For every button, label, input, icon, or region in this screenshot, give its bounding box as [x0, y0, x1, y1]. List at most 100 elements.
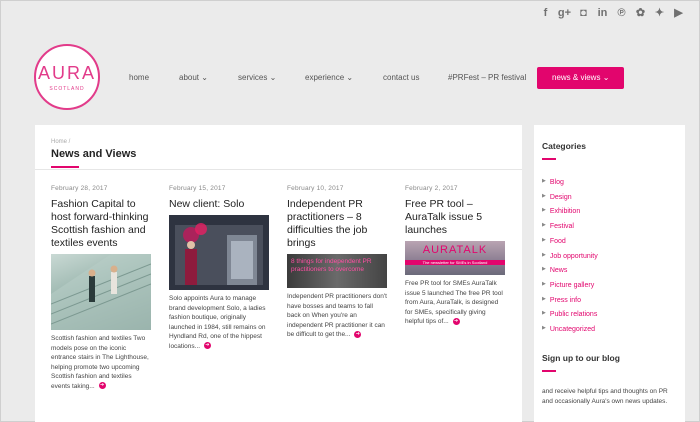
chevron-down-icon: ⌄	[201, 73, 208, 82]
nav-about-label: about	[179, 73, 200, 82]
bullet-icon: ▶	[542, 236, 546, 243]
category-link[interactable]: ▶ Job opportunity	[542, 249, 598, 264]
category-link[interactable]: ▶ Blog	[542, 175, 598, 190]
category-link[interactable]: ▶ Design	[542, 190, 598, 205]
read-more-arrow-icon[interactable]: ➜	[98, 382, 106, 390]
nav-news-views-button[interactable]: news & views ⌄	[537, 67, 625, 89]
site-logo[interactable]: AURA SCOTLAND	[34, 44, 100, 110]
category-label: Picture gallery	[549, 281, 595, 289]
stairs-illustration	[51, 254, 151, 330]
post-card: February 10, 2017 Independent PR practit…	[287, 185, 387, 340]
category-link[interactable]: ▶ Food	[542, 234, 598, 249]
bullet-icon: ▶	[542, 207, 546, 214]
category-label: News	[549, 267, 568, 275]
post-excerpt-text: Solo appoints Aura to manage brand devel…	[169, 295, 266, 350]
bullet-icon: ▶	[542, 222, 546, 229]
category-link[interactable]: ▶ News	[542, 263, 598, 278]
post-image-boutique-window[interactable]	[169, 215, 269, 290]
boutique-illustration	[169, 215, 269, 290]
post-card: February 15, 2017 New client: Solo Solo …	[169, 185, 269, 351]
read-more-arrow-icon[interactable]: ➜	[203, 342, 211, 350]
signup-heading: Sign up to our blog	[542, 353, 620, 363]
post-image-models-on-stairs[interactable]	[51, 254, 151, 330]
post-excerpt: Independent PR practitioners don't have …	[287, 292, 387, 340]
nav-contact-label: contact us	[383, 73, 420, 82]
nav-experience[interactable]: experience ⌄	[305, 67, 353, 89]
post-excerpt: Free PR tool for SMEs AuraTalk issue 5 l…	[405, 279, 505, 327]
bullet-icon: ▶	[542, 192, 546, 199]
chevron-down-icon: ⌄	[269, 73, 277, 82]
facebook-icon[interactable]: f	[536, 6, 555, 20]
nav-about[interactable]: about ⌄	[179, 67, 208, 89]
logo-tagline: SCOTLAND	[49, 86, 85, 92]
bullet-icon: ▶	[542, 266, 546, 273]
logo-wordmark: AURA	[37, 63, 96, 83]
breadcrumb[interactable]: Home /	[51, 139, 70, 145]
category-link[interactable]: ▶ Press info	[542, 293, 598, 308]
chevron-down-icon: ⌄	[602, 73, 610, 82]
category-link[interactable]: ▶ Uncategorized	[542, 322, 598, 337]
post-excerpt: Solo appoints Aura to manage brand devel…	[169, 294, 269, 351]
post-excerpt-text: Independent PR practitioners don't have …	[287, 293, 387, 338]
nav-news-label: news & views	[552, 73, 601, 82]
category-link[interactable]: ▶ Public relations	[542, 307, 598, 322]
chevron-down-icon: ⌄	[346, 73, 354, 82]
nav-services[interactable]: services ⌄	[238, 67, 276, 89]
foursquare-icon[interactable]: ✿	[631, 6, 650, 20]
category-label: Food	[549, 237, 566, 245]
read-more-arrow-icon[interactable]: ➜	[354, 330, 362, 338]
bullet-icon: ▶	[542, 310, 546, 317]
youtube-icon[interactable]: ▶	[669, 6, 688, 20]
post-title[interactable]: New client: Solo	[169, 198, 269, 211]
instagram-icon[interactable]: ◘	[574, 6, 593, 20]
category-label: Job opportunity	[549, 252, 598, 260]
category-label: Exhibition	[549, 208, 581, 216]
post-image-caption: 8 things for independent PR practitioner…	[291, 258, 372, 273]
page-title: News and Views	[51, 148, 137, 160]
bullet-icon: ▶	[542, 325, 546, 332]
categories-list: ▶ Blog ▶ Design ▶ Exhibition ▶ Festival ▶ Foo…	[542, 175, 598, 337]
bullet-icon: ▶	[542, 251, 546, 258]
post-excerpt: Scottish fashion and textiles Two models…	[51, 334, 151, 391]
categories-heading: Categories	[542, 141, 586, 151]
google-plus-icon[interactable]: g+	[555, 6, 574, 20]
category-label: Design	[549, 193, 572, 201]
pinterest-icon[interactable]: ℗	[612, 6, 631, 20]
social-links: f g+ ◘ in ℗ ✿ ✦ ▶	[536, 6, 688, 20]
post-title[interactable]: Fashion Capital to host forward-thinking…	[51, 198, 151, 250]
post-date: February 2, 2017	[405, 185, 458, 192]
title-underline	[51, 166, 79, 168]
bullet-icon: ▶	[542, 295, 546, 302]
post-image-auratalk[interactable]: AURATALK The newsletter for SMEs in Scot…	[405, 241, 505, 275]
bullet-icon: ▶	[542, 280, 546, 287]
categories-underline	[542, 158, 556, 160]
nav-experience-label: experience	[305, 73, 345, 82]
divider	[35, 169, 522, 170]
auratalk-strapline: The newsletter for SMEs in Scotland	[405, 260, 505, 265]
category-label: Public relations	[549, 311, 598, 319]
nav-home-label: home	[129, 73, 150, 82]
twitter-icon[interactable]: ✦	[650, 6, 669, 20]
nav-prfest[interactable]: #PRFest – PR festival	[448, 67, 526, 89]
linkedin-icon[interactable]: in	[593, 6, 612, 20]
post-date: February 10, 2017	[287, 185, 344, 192]
nav-contact[interactable]: contact us	[383, 67, 419, 89]
sidebar: Categories ▶ Blog ▶ Design ▶ Exhibition ▶ Fe…	[534, 125, 685, 422]
post-title[interactable]: Independent PR practitioners – 8 difficu…	[287, 198, 387, 250]
category-link[interactable]: ▶ Exhibition	[542, 204, 598, 219]
category-label: Blog	[549, 178, 564, 186]
post-title[interactable]: Free PR tool – AuraTalk issue 5 launches	[405, 198, 505, 237]
nav-services-label: services	[238, 73, 268, 82]
signup-underline	[542, 370, 556, 372]
category-label: Press info	[549, 296, 581, 304]
read-more-arrow-icon[interactable]: ➜	[452, 317, 460, 325]
post-image-independent-pr[interactable]: 8 things for independent PR practitioner…	[287, 254, 387, 288]
nav-home[interactable]: home	[129, 67, 149, 89]
nav-prfest-label: #PRFest – PR festival	[448, 73, 527, 82]
post-card: February 2, 2017 Free PR tool – AuraTalk…	[405, 185, 505, 327]
category-link[interactable]: ▶ Festival	[542, 219, 598, 234]
category-link[interactable]: ▶ Picture gallery	[542, 278, 598, 293]
post-date: February 28, 2017	[51, 185, 108, 192]
category-label: Festival	[549, 222, 574, 230]
bullet-icon: ▶	[542, 178, 546, 184]
